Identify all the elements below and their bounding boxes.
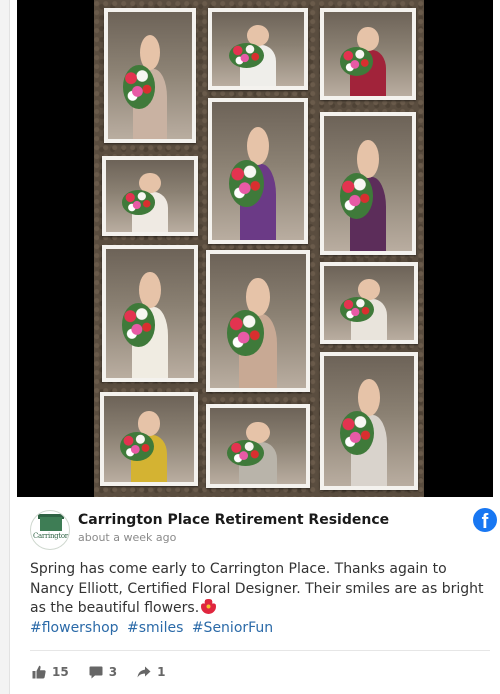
post-body: Spring has come early to Carrington Plac… bbox=[30, 560, 492, 638]
hashtag-link[interactable]: #flowershop bbox=[30, 620, 119, 636]
like-count: 15 bbox=[52, 665, 69, 679]
photo-collage bbox=[94, 0, 424, 497]
comment-button[interactable]: 3 bbox=[89, 665, 117, 679]
hashtag-link[interactable]: #smiles bbox=[127, 620, 183, 636]
social-post-card: Carrington Carrington Place Retirement R… bbox=[9, 0, 500, 694]
facebook-icon[interactable]: f bbox=[473, 508, 497, 532]
collage-photo bbox=[320, 352, 418, 490]
collage-photo bbox=[206, 404, 310, 488]
post-header: Carrington Carrington Place Retirement R… bbox=[30, 508, 497, 550]
collage-photo bbox=[208, 8, 308, 90]
collage-photo bbox=[208, 98, 308, 244]
collage-photo bbox=[320, 8, 416, 100]
collage-photo bbox=[320, 262, 418, 344]
avatar-logo-text: Carrington bbox=[33, 532, 69, 540]
post-actions: 15 3 1 bbox=[32, 662, 185, 682]
post-text-content: Spring has come early to Carrington Plac… bbox=[30, 561, 484, 616]
hashtag-link[interactable]: #SeniorFun bbox=[192, 620, 273, 636]
collage-photo bbox=[104, 8, 196, 143]
author-name[interactable]: Carrington Place Retirement Residence bbox=[78, 512, 389, 528]
comment-bubble-icon bbox=[89, 666, 103, 678]
post-photo[interactable] bbox=[17, 0, 493, 497]
divider bbox=[30, 650, 490, 651]
comment-count: 3 bbox=[108, 665, 118, 679]
share-button[interactable]: 1 bbox=[137, 665, 165, 679]
hibiscus-flower-icon bbox=[201, 599, 217, 614]
collage-photo bbox=[206, 250, 310, 392]
post-timestamp[interactable]: about a week ago bbox=[78, 531, 176, 544]
thumbs-up-icon bbox=[32, 665, 46, 679]
post-text: Spring has come early to Carrington Plac… bbox=[30, 560, 492, 619]
collage-photo bbox=[102, 156, 198, 236]
collage-photo bbox=[102, 245, 198, 382]
collage-photo bbox=[320, 112, 416, 255]
share-arrow-icon bbox=[137, 666, 151, 678]
hashtag-list: #flowershop #smiles #SeniorFun bbox=[30, 619, 492, 639]
share-count: 1 bbox=[157, 665, 166, 679]
collage-photo bbox=[100, 392, 198, 486]
like-button[interactable]: 15 bbox=[32, 665, 69, 679]
avatar[interactable]: Carrington bbox=[30, 510, 70, 550]
